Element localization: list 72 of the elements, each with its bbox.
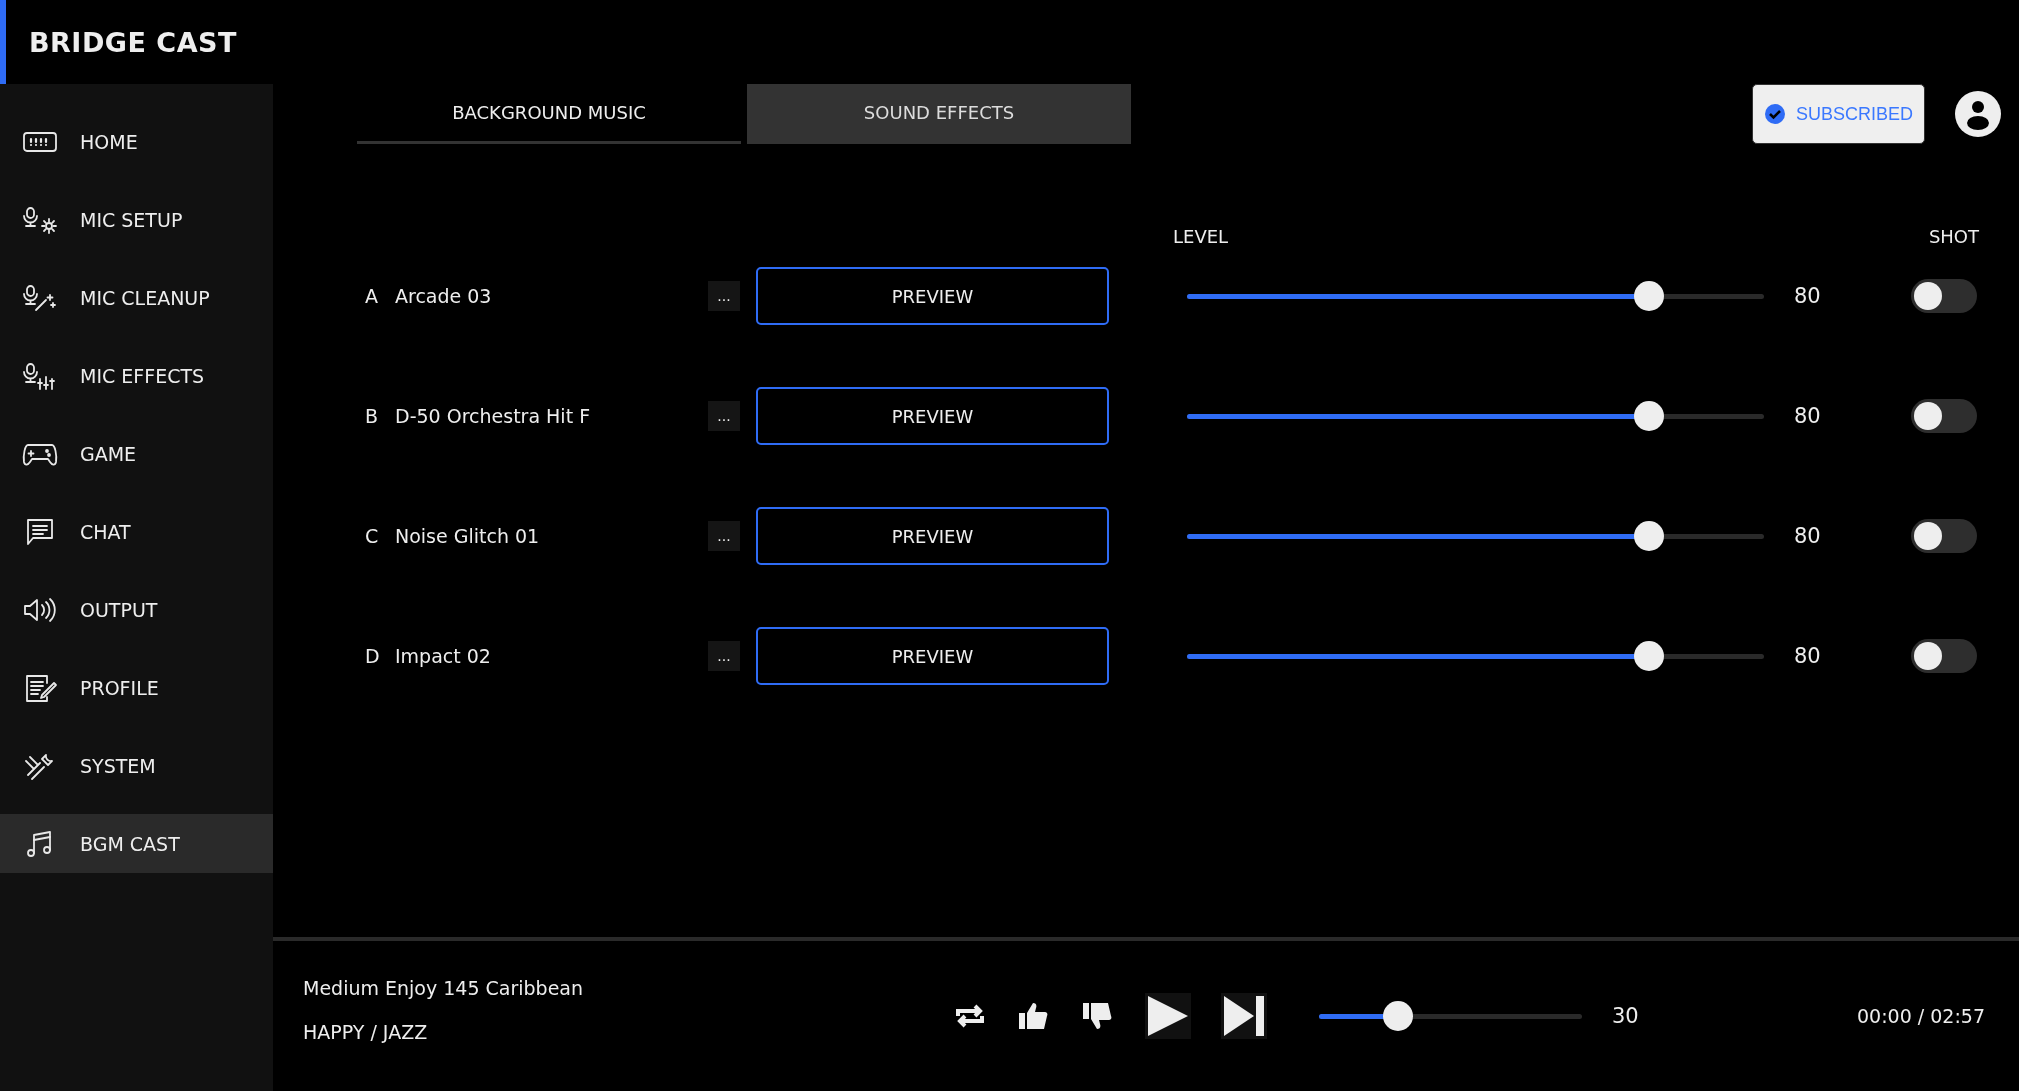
slot-letter: D: [365, 645, 381, 667]
playback-time: 00:00 / 02:57: [1857, 1005, 1985, 1027]
slot-letter: B: [365, 405, 380, 427]
sidebar-item[interactable]: MIC SETUP: [0, 190, 273, 249]
sidebar-item[interactable]: HOME: [0, 112, 273, 171]
sidebar-label: MIC EFFECTS: [80, 364, 205, 387]
sidebar-label: SYSTEM: [80, 754, 156, 777]
check-circle-icon: [1763, 103, 1786, 125]
app-title: BRIDGE CAST: [29, 26, 237, 58]
sidebar-item[interactable]: PROFILE: [0, 658, 273, 717]
sidebar-item[interactable]: OUTPUT: [0, 580, 273, 639]
player-button[interactable]: [1221, 993, 1267, 1039]
preview-button[interactable]: PREVIEW: [756, 627, 1109, 685]
tab[interactable]: BACKGROUND MUSIC: [357, 84, 741, 144]
microphone-wand-icon: [22, 282, 58, 313]
slider-thumb[interactable]: [1382, 1001, 1413, 1031]
more-button[interactable]: ...: [708, 401, 740, 431]
slider-thumb[interactable]: [1633, 641, 1664, 671]
sidebar-item[interactable]: MIC EFFECTS: [0, 346, 273, 405]
sidebar-item[interactable]: CHAT: [0, 502, 273, 561]
volume-value: 30: [1612, 1004, 1640, 1028]
sidebar-label: GAME: [80, 442, 137, 465]
sidebar-label: MIC CLEANUP: [80, 286, 210, 309]
microphone-gear-icon: [22, 204, 58, 235]
level-value: 80: [1794, 404, 1822, 428]
track-title: Medium Enjoy 145 Caribbean: [303, 977, 585, 999]
slot-letter: A: [365, 285, 379, 307]
level-slider[interactable]: [1187, 521, 1764, 551]
sidebar-item[interactable]: SYSTEM: [0, 736, 273, 795]
shot-toggle[interactable]: [1911, 279, 1977, 313]
slot-letter: C: [365, 525, 380, 547]
sound-name: D-50 Orchestra Hit F: [395, 405, 592, 427]
microphone-sliders-icon: [22, 360, 58, 391]
level-value: 80: [1794, 284, 1822, 308]
preview-button[interactable]: PREVIEW: [756, 387, 1109, 445]
level-slider[interactable]: [1187, 641, 1764, 671]
avatar-icon[interactable]: [1955, 91, 2001, 137]
sidebar-item[interactable]: BGM CAST: [0, 814, 273, 873]
more-button[interactable]: ...: [708, 521, 740, 551]
sidebar-item[interactable]: MIC CLEANUP: [0, 268, 273, 327]
shot-heading: SHOT: [1928, 226, 1979, 247]
sidebar-label: HOME: [80, 130, 138, 153]
more-button[interactable]: ...: [708, 281, 740, 311]
skip-next-icon: [1221, 993, 1267, 1039]
shot-toggle[interactable]: [1911, 519, 1977, 553]
sound-name: Noise Glitch 01: [395, 525, 541, 547]
shot-toggle[interactable]: [1911, 639, 1977, 673]
sound-name: Impact 02: [395, 645, 492, 667]
level-slider[interactable]: [1187, 401, 1764, 431]
play-icon: [1145, 993, 1191, 1039]
slider-thumb[interactable]: [1633, 521, 1664, 551]
sidebar-label: PROFILE: [80, 676, 159, 699]
sidebar-item[interactable]: GAME: [0, 424, 273, 483]
volume-slider[interactable]: [1319, 1001, 1582, 1031]
level-slider[interactable]: [1187, 281, 1764, 311]
shot-toggle[interactable]: [1911, 399, 1977, 433]
tab[interactable]: SOUND EFFECTS: [747, 84, 1131, 144]
player-button[interactable]: [1145, 993, 1191, 1039]
level-value: 80: [1794, 644, 1822, 668]
slider-thumb[interactable]: [1633, 401, 1664, 431]
sidebar-label: CHAT: [80, 520, 131, 543]
level-heading: LEVEL: [1173, 226, 1229, 247]
sidebar-label: MIC SETUP: [80, 208, 183, 231]
more-button[interactable]: ...: [708, 641, 740, 671]
slider-thumb[interactable]: [1633, 281, 1664, 311]
track-genre: HAPPY / JAZZ: [303, 1021, 429, 1043]
sidebar-label: OUTPUT: [80, 598, 158, 621]
sound-name: Arcade 03: [395, 285, 493, 307]
preview-button[interactable]: PREVIEW: [756, 267, 1109, 325]
preview-button[interactable]: PREVIEW: [756, 507, 1109, 565]
sidebar-label: BGM CAST: [80, 832, 180, 855]
level-value: 80: [1794, 524, 1822, 548]
